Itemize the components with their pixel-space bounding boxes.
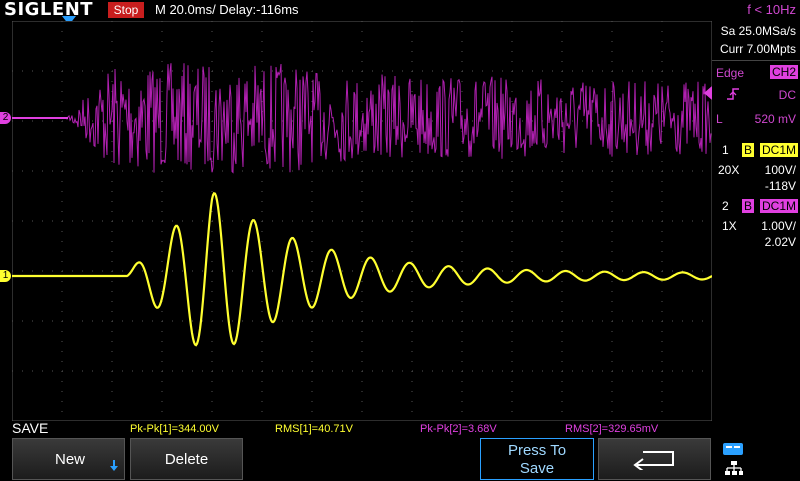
- ch2-bandwidth-badge: B: [742, 199, 755, 213]
- menu-title: SAVE: [12, 420, 49, 436]
- timebase-readout[interactable]: M 20.0ms/ Delay:-116ms: [155, 0, 299, 20]
- return-button[interactable]: [598, 438, 711, 480]
- sample-rate-readout: Sa 25.0MSa/s: [720, 24, 796, 38]
- ch1-scale: 100V/: [764, 163, 796, 177]
- ch2-coupling-badge: DC1M: [759, 199, 798, 213]
- ch2-marker-label: 2: [2, 112, 9, 123]
- trigger-level-value: 520 mV: [754, 112, 796, 126]
- ch1-offset: -118V: [764, 179, 796, 193]
- waveform-display[interactable]: [12, 21, 712, 421]
- memory-depth-readout: Curr 7.00Mpts: [719, 42, 796, 56]
- trigger-info-box[interactable]: Edge CH2 DC L 520 mV: [712, 60, 800, 133]
- delete-button-label: Delete: [164, 451, 209, 468]
- ch1-probe: 20X: [718, 163, 740, 177]
- right-info-panel: Sa 25.0MSa/s Curr 7.00Mpts Edge CH2 DC L…: [712, 20, 800, 420]
- ch2-probe: 1X: [722, 219, 737, 233]
- ch1-coupling-badge: DC1M: [759, 143, 798, 157]
- ch1-offset-marker[interactable]: 1: [0, 270, 11, 282]
- save-label: Save: [519, 460, 555, 477]
- ch2-number: 2: [722, 199, 729, 213]
- measurement-rms-ch2: RMS[2]=329.65mV: [565, 423, 659, 435]
- ch1-number: 1: [722, 143, 729, 157]
- measurement-pkpk-ch2: Pk-Pk[2]=3.68V: [420, 423, 497, 435]
- rising-edge-icon: [726, 87, 740, 101]
- trigger-coupling: DC: [778, 88, 796, 102]
- trigger-type: Edge: [716, 66, 745, 80]
- trigger-source-badge: CH2: [769, 65, 798, 79]
- ch1-bandwidth-badge: B: [742, 143, 755, 157]
- ch2-scale: 1.00V/: [761, 219, 796, 233]
- ch1-info-box[interactable]: 1 B DC1M 20X 100V/ -118V: [712, 142, 800, 196]
- measurement-rms-ch1: RMS[1]=40.71V: [275, 423, 353, 435]
- measurement-bar: SAVE Pk-Pk[1]=344.00V RMS[1]=40.71V Pk-P…: [0, 421, 800, 437]
- network-icon: [724, 460, 744, 481]
- ch2-info-box[interactable]: 2 B DC1M 1X 1.00V/ 2.02V: [712, 198, 800, 252]
- frequency-readout: f < 10Hz: [747, 2, 796, 17]
- measurement-pkpk-ch1: Pk-Pk[1]=344.00V: [130, 423, 219, 435]
- new-button[interactable]: New: [12, 438, 125, 480]
- trigger-level-marker-icon[interactable]: [704, 86, 712, 100]
- new-button-label: New: [55, 451, 86, 468]
- trigger-level-label: L: [716, 112, 723, 126]
- delete-button[interactable]: Delete: [130, 438, 243, 480]
- arrow-down-icon: [109, 459, 119, 476]
- ch2-offset-marker[interactable]: 2: [0, 112, 11, 124]
- press-to-label: Press To: [507, 442, 567, 459]
- ch1-marker-label: 1: [2, 270, 9, 281]
- ch2-offset: 2.02V: [764, 235, 796, 249]
- run-stop-status-badge[interactable]: Stop: [108, 2, 144, 18]
- usb-storage-icon: [722, 442, 744, 461]
- press-to-save-button[interactable]: Press To Save: [480, 438, 594, 480]
- brand-logo: SIGLENT: [4, 0, 94, 20]
- return-arrow-icon: [631, 448, 679, 474]
